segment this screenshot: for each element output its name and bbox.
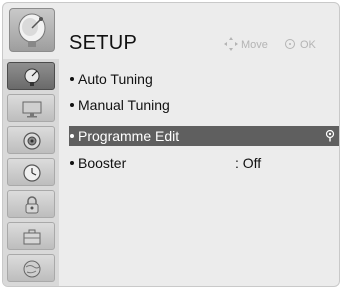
menu-item-label: Manual Tuning <box>78 97 170 113</box>
sidebar-item-picture[interactable] <box>7 94 55 122</box>
lock-icon <box>25 196 39 214</box>
sidebar-item-time[interactable] <box>7 158 55 186</box>
setup-logo-tile <box>9 8 55 52</box>
satellite-dish-icon <box>18 13 46 47</box>
bullet-icon <box>70 161 74 165</box>
monitor-icon <box>22 101 42 118</box>
briefcase-icon <box>23 229 41 245</box>
globe-icon <box>23 260 41 278</box>
booster-value: : Off <box>235 155 262 171</box>
satellite-dish-icon <box>24 68 40 86</box>
menu-item-label: Programme Edit <box>78 128 180 144</box>
menu-item-auto-tuning[interactable]: Auto Tuning <box>69 69 339 89</box>
speaker-icon <box>23 132 41 150</box>
navigation-arrows-icon <box>224 37 238 51</box>
menu-item-label: Booster <box>78 155 127 171</box>
sidebar-item-option[interactable] <box>7 222 55 250</box>
setup-menu-window: SETUP Move OK Auto Tuning Manual Tuning … <box>2 2 340 287</box>
enter-pointer-icon <box>325 130 335 142</box>
ok-hint-label: OK <box>300 39 316 51</box>
page-title: SETUP <box>69 32 138 54</box>
bullet-icon <box>70 103 74 107</box>
bullet-icon <box>70 77 74 81</box>
category-sidebar <box>3 59 59 286</box>
menu-header: SETUP Move OK <box>3 3 339 57</box>
sidebar-item-lock[interactable] <box>7 190 55 218</box>
menu-item-programme-edit[interactable]: Programme Edit <box>69 126 339 146</box>
sidebar-item-network[interactable] <box>7 254 55 282</box>
sidebar-item-setup[interactable] <box>7 62 55 90</box>
menu-item-booster[interactable]: Booster : Off <box>69 153 339 173</box>
move-hint-label: Move <box>241 39 268 51</box>
sidebar-item-audio[interactable] <box>7 126 55 154</box>
menu-item-manual-tuning[interactable]: Manual Tuning <box>69 95 339 115</box>
bullet-icon <box>70 134 74 138</box>
ok-button-icon <box>285 39 295 49</box>
menu-item-label: Auto Tuning <box>78 71 153 87</box>
clock-icon <box>23 164 41 182</box>
